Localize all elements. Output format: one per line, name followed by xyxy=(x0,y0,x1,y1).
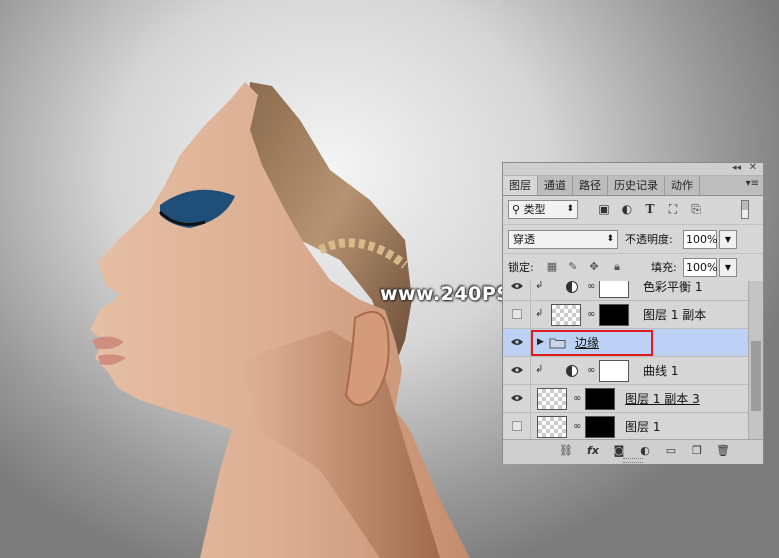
layer-name: 色彩平衡 1 xyxy=(643,281,703,294)
link-icon[interactable]: ∞ xyxy=(573,421,581,432)
scrollbar-thumb[interactable] xyxy=(751,341,761,411)
link-icon[interactable]: ∞ xyxy=(573,393,581,404)
shape-filter-icon[interactable]: ⛶ xyxy=(666,202,680,216)
layer-mask-thumbnail[interactable] xyxy=(599,281,629,298)
lock-image-icon[interactable]: ✎ xyxy=(566,259,580,275)
visibility-cell[interactable] xyxy=(503,357,531,385)
smart-object-filter-icon[interactable]: ⎘ xyxy=(689,202,703,216)
layer-mask-thumbnail[interactable] xyxy=(585,416,615,438)
fill-input[interactable]: 100% xyxy=(683,258,717,277)
layer-row[interactable]: ∞ 图层 1 副本 3 xyxy=(503,385,748,413)
layer-name: 图层 1 副本 xyxy=(643,308,707,322)
layer-name: 图层 1 副本 3 xyxy=(625,392,700,406)
layer-row-group-selected[interactable]: ▶ 边缘 xyxy=(503,329,748,357)
adjustment-layer-icon xyxy=(566,365,578,377)
layer-list: ↲ ∞ 色彩平衡 1 ↲ ∞ 图层 1 副本 ▶ 边缘 ↲ ∞ 曲线 1 ∞ 图… xyxy=(503,281,748,451)
eye-icon[interactable] xyxy=(511,366,523,374)
layer-thumbnail[interactable] xyxy=(537,416,567,438)
visibility-cell[interactable] xyxy=(503,301,531,329)
panel-title-bar[interactable]: ◂◂ ✕ xyxy=(503,162,763,176)
new-group-folder-icon[interactable]: ▭ xyxy=(663,444,679,458)
visibility-cell[interactable] xyxy=(503,413,531,441)
lock-all-icon[interactable]: 🔒︎ xyxy=(610,259,624,275)
new-layer-icon[interactable]: ❐ xyxy=(689,444,705,458)
layer-thumbnail[interactable] xyxy=(537,388,567,410)
updown-arrow-icon: ⬍ xyxy=(606,234,614,244)
lock-position-icon[interactable]: ✥ xyxy=(587,259,601,275)
trash-icon[interactable]: 🗑︎ xyxy=(715,444,731,458)
panel-footer: ⛓ fx ◙ ◐ ▭ ❐ 🗑︎ xyxy=(503,439,763,464)
type-filter-icon[interactable]: T xyxy=(643,202,657,216)
layer-mask-thumbnail[interactable] xyxy=(599,304,629,326)
blend-row: 穿透 ⬍ 不透明度: 100% ▼ xyxy=(503,225,763,254)
blend-mode-value: 穿透 xyxy=(513,233,535,246)
layer-mask-thumbnail[interactable] xyxy=(599,360,629,382)
hidden-visibility-box[interactable] xyxy=(512,309,522,319)
filter-toggle[interactable] xyxy=(741,200,749,219)
layer-row[interactable]: ↲ ∞ 图层 1 副本 xyxy=(503,301,748,329)
opacity-label: 不透明度: xyxy=(625,233,673,246)
resize-grip[interactable] xyxy=(623,458,643,463)
layers-panel: ◂◂ ✕ 图层 通道 路径 历史记录 动作 ▾≡ ⚲ 类型 ⬍ ▣ ◐ T ⛶ … xyxy=(502,162,764,464)
eye-icon[interactable] xyxy=(511,338,523,346)
layer-row[interactable]: ↲ ∞ 色彩平衡 1 xyxy=(503,281,748,301)
hidden-visibility-box[interactable] xyxy=(512,421,522,431)
layer-mask-thumbnail[interactable] xyxy=(585,388,615,410)
adjustment-filter-icon[interactable]: ◐ xyxy=(620,202,634,216)
link-icon[interactable]: ∞ xyxy=(587,309,595,320)
layer-row[interactable]: ∞ 图层 1 xyxy=(503,413,748,441)
filter-kind-label: 类型 xyxy=(523,203,546,216)
tab-actions[interactable]: 动作 xyxy=(665,176,700,195)
clip-arrow-icon: ↲ xyxy=(535,281,544,291)
updown-arrow-icon: ⬍ xyxy=(566,204,574,214)
eye-icon[interactable] xyxy=(511,394,523,402)
lock-label: 锁定: xyxy=(508,261,534,274)
collapse-panel-icon[interactable]: ◂◂ xyxy=(732,163,741,173)
red-highlight-box xyxy=(531,330,653,356)
fill-dropdown-button[interactable]: ▼ xyxy=(719,258,737,277)
link-layers-icon[interactable]: ⛓ xyxy=(558,444,574,458)
adjustment-layer-icon xyxy=(566,281,578,293)
tab-channels[interactable]: 通道 xyxy=(538,176,573,195)
layer-thumbnail[interactable] xyxy=(551,304,581,326)
visibility-cell[interactable] xyxy=(503,329,531,357)
filter-kind-select[interactable]: ⚲ 类型 ⬍ xyxy=(508,200,578,219)
layer-row[interactable]: ↲ ∞ 曲线 1 xyxy=(503,357,748,385)
visibility-cell[interactable] xyxy=(503,281,531,301)
layer-name: 曲线 1 xyxy=(643,364,679,378)
new-adjustment-icon[interactable]: ◐ xyxy=(637,444,653,458)
tab-history[interactable]: 历史记录 xyxy=(608,176,665,195)
pixel-filter-icon[interactable]: ▣ xyxy=(597,202,611,216)
link-icon[interactable]: ∞ xyxy=(587,281,595,292)
layers-scrollbar[interactable] xyxy=(748,281,763,451)
tab-layers[interactable]: 图层 xyxy=(503,176,538,195)
lock-row: 锁定: ▦ ✎ ✥ 🔒︎ 填充: 100% ▼ xyxy=(503,254,763,283)
search-icon: ⚲ xyxy=(512,203,521,216)
layer-name: 图层 1 xyxy=(625,420,661,434)
add-mask-icon[interactable]: ◙ xyxy=(611,444,627,458)
opacity-dropdown-button[interactable]: ▼ xyxy=(719,230,737,249)
clip-arrow-icon: ↲ xyxy=(535,308,544,319)
visibility-cell[interactable] xyxy=(503,385,531,413)
tab-paths[interactable]: 路径 xyxy=(573,176,608,195)
eye-icon[interactable] xyxy=(511,282,523,290)
opacity-input[interactable]: 100% xyxy=(683,230,717,249)
clip-arrow-icon: ↲ xyxy=(535,364,544,375)
close-panel-icon[interactable]: ✕ xyxy=(749,162,757,173)
fx-icon[interactable]: fx xyxy=(585,444,601,458)
link-icon[interactable]: ∞ xyxy=(587,365,595,376)
panel-menu-icon[interactable]: ▾≡ xyxy=(746,178,759,189)
fill-label: 填充: xyxy=(651,261,677,274)
panel-tabs: 图层 通道 路径 历史记录 动作 ▾≡ xyxy=(503,176,763,196)
blend-mode-select[interactable]: 穿透 ⬍ xyxy=(508,230,618,249)
filter-row: ⚲ 类型 ⬍ ▣ ◐ T ⛶ ⎘ xyxy=(503,196,763,225)
lock-transparent-icon[interactable]: ▦ xyxy=(545,259,559,275)
